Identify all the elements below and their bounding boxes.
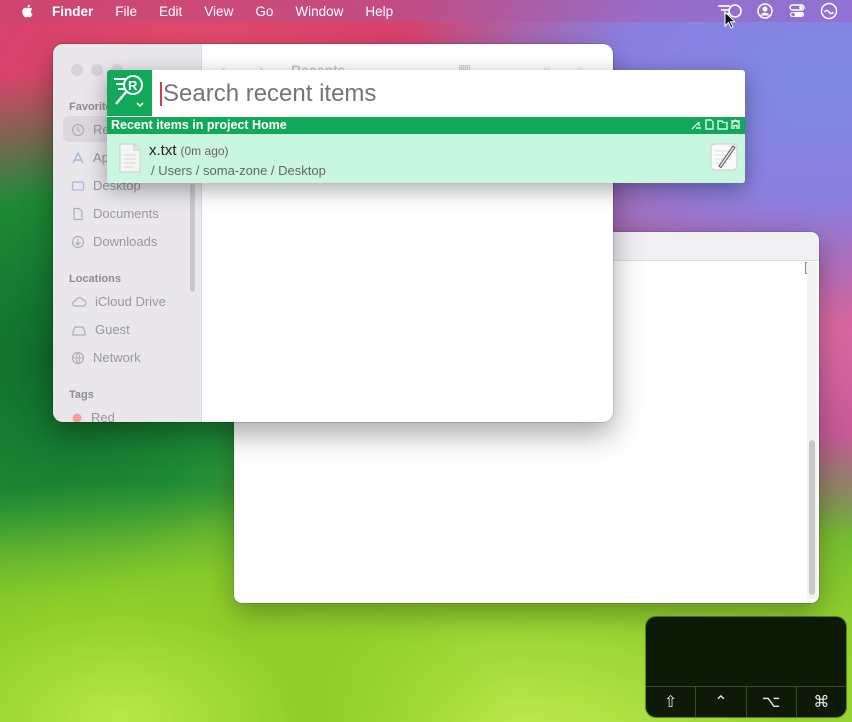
- menu-edit[interactable]: Edit: [159, 4, 182, 19]
- home-icon[interactable]: [730, 119, 741, 130]
- menu-app-finder[interactable]: Finder: [52, 4, 93, 19]
- desktop-icon: [71, 180, 85, 191]
- close-button[interactable]: [71, 64, 83, 76]
- header-toolbar: [691, 119, 741, 130]
- apple-menu-icon[interactable]: [18, 3, 38, 19]
- sidebar-item-guest[interactable]: Guest: [71, 322, 130, 337]
- sidebar-item-tag-red[interactable]: Red: [71, 410, 115, 422]
- sidebar-item-documents[interactable]: Documents: [71, 206, 159, 221]
- user-icon[interactable]: [756, 2, 774, 20]
- result-row[interactable]: x.txt (0m ago) / Users / soma-zone / Desk…: [107, 134, 745, 183]
- result-filename-text: x.txt: [149, 142, 177, 159]
- textedit-app-icon: [710, 143, 738, 171]
- control-key-icon: ⌃: [696, 687, 747, 717]
- results-header-label: Recent items in project Home: [111, 118, 287, 132]
- sidebar-heading-locations: Locations: [69, 273, 121, 285]
- sidebar-item-label: iCloud Drive: [95, 294, 166, 309]
- result-filename: x.txt (0m ago): [149, 142, 229, 159]
- download-icon: [71, 235, 85, 248]
- modifier-keys: ⇧ ⌃ ⌥ ⌘: [646, 686, 846, 717]
- sidebar-item-label: Downloads: [93, 234, 158, 249]
- siri-icon[interactable]: [820, 2, 838, 20]
- sidebar-item-label: Documents: [93, 206, 159, 221]
- document-icon: [73, 207, 83, 220]
- editor-scrollbar-thumb[interactable]: [809, 440, 815, 595]
- results-header: Recent items in project Home: [107, 117, 745, 134]
- cloud-icon: [72, 296, 87, 307]
- menu-file[interactable]: File: [115, 4, 137, 19]
- clock-icon: [71, 123, 85, 136]
- sidebar-item-downloads[interactable]: Downloads: [71, 234, 157, 249]
- sidebar-item-label: Network: [93, 350, 141, 365]
- sidebar-scrollbar[interactable]: [190, 184, 195, 292]
- command-key-icon: ⌘: [813, 694, 830, 711]
- minimize-button[interactable]: [91, 64, 103, 76]
- sidebar-item-network[interactable]: Network: [71, 350, 141, 365]
- result-age: (0m ago): [180, 144, 229, 158]
- recents-search-panel: R Recent items in project Home x.txt(0m …: [107, 70, 745, 183]
- drive-icon: [72, 325, 86, 336]
- editor-scrollbar[interactable]: [807, 262, 817, 599]
- file-filter-icon[interactable]: [704, 119, 715, 130]
- shift-key-icon: ⇧: [646, 687, 697, 717]
- sidebar-item-label: Red: [91, 410, 115, 422]
- recents-app-logo[interactable]: R: [107, 70, 152, 116]
- sidebar-heading-tags: Tags: [69, 389, 94, 401]
- svg-text:R: R: [128, 78, 138, 93]
- option-key-icon: ⌥: [747, 687, 797, 717]
- recents-logo-icon: R: [114, 75, 144, 108]
- red-tag-icon: [72, 413, 82, 422]
- network-icon: [71, 351, 85, 364]
- menu-go[interactable]: Go: [255, 4, 273, 19]
- search-input[interactable]: [159, 78, 725, 110]
- applications-icon: [72, 150, 84, 163]
- text-file-icon: [119, 143, 141, 173]
- keystroke-hud: ⇧ ⌃ ⌥ ⌘: [646, 617, 846, 717]
- menu-window[interactable]: Window: [295, 4, 343, 19]
- menu-view[interactable]: View: [204, 4, 233, 19]
- menu-help[interactable]: Help: [365, 4, 393, 19]
- control-center-icon[interactable]: [788, 2, 806, 20]
- sort-icon[interactable]: [691, 119, 702, 130]
- folder-filter-icon[interactable]: [717, 119, 728, 130]
- sidebar-item-label: Guest: [95, 322, 130, 337]
- sidebar-item-icloud[interactable]: iCloud Drive: [71, 294, 166, 309]
- mouse-pointer-icon: [724, 11, 736, 29]
- result-path: / Users / soma-zone / Desktop: [151, 163, 326, 178]
